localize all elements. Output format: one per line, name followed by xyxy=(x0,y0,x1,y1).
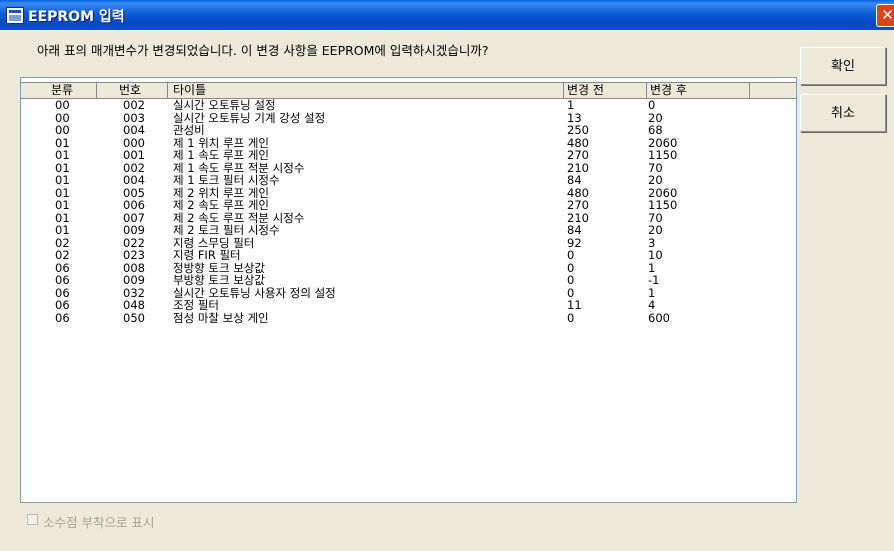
table-row[interactable]: 01 001 제 1 속도 루프 게인 270 1150 xyxy=(21,149,796,162)
table-row[interactable]: 06 050 점성 마찰 보상 게인 0 600 xyxy=(21,311,796,325)
column-header-after[interactable]: 변경 후 xyxy=(647,83,750,98)
table-row[interactable]: 06 048 조정 필터 11 4 xyxy=(21,299,796,312)
table-row[interactable]: 01 006 제 2 속도 루프 게인 270 1150 xyxy=(21,199,796,212)
table-row[interactable]: 02 023 지령 FIR 필터 0 10 xyxy=(21,249,796,262)
ok-button[interactable]: 확인 xyxy=(800,47,886,85)
column-header-blank xyxy=(750,83,796,98)
parameter-list[interactable]: 분류 번호 타이틀 변경 전 변경 후 00 002 실시간 오토튜닝 설정 1 0 0… xyxy=(20,77,797,503)
list-header: 분류 번호 타이틀 변경 전 변경 후 xyxy=(21,82,796,99)
list-rows: 00 002 실시간 오토튜닝 설정 1 0 00 003 실시간 오토튜닝 기계 강성 설… xyxy=(21,99,796,324)
table-row[interactable]: 01 004 제 1 토크 필터 시정수 84 20 xyxy=(21,174,796,187)
table-row[interactable]: 01 009 제 2 토크 필터 시정수 84 20 xyxy=(21,224,796,237)
title-bar[interactable]: EEPROM 입력 ✕ xyxy=(0,0,894,30)
table-row[interactable]: 06 009 부방향 토크 보상값 0 -1 xyxy=(21,274,796,287)
cancel-button[interactable]: 취소 xyxy=(800,94,886,132)
close-button[interactable]: ✕ xyxy=(876,4,894,27)
column-header-before[interactable]: 변경 전 xyxy=(564,83,647,98)
eeprom-dialog: EEPROM 입력 ✕ 아래 표의 매개변수가 변경되었습니다. 이 변경 사항… xyxy=(0,0,894,551)
table-row[interactable]: 00 004 관성비 250 68 xyxy=(21,124,796,137)
confirm-message: 아래 표의 매개변수가 변경되었습니다. 이 변경 사항을 EEPROM에 입력… xyxy=(37,43,489,58)
column-header-category[interactable]: 분류 xyxy=(21,83,97,98)
window-title: EEPROM 입력 xyxy=(28,9,125,25)
app-icon xyxy=(6,7,24,24)
column-header-title[interactable]: 타이틀 xyxy=(168,83,564,98)
table-row[interactable]: 00 002 실시간 오토튜닝 설정 1 0 xyxy=(21,99,796,112)
decimal-point-checkbox[interactable] xyxy=(27,514,38,525)
column-header-number[interactable]: 번호 xyxy=(97,83,168,98)
decimal-point-label: 소수점 부착으로 표시 xyxy=(43,515,155,530)
